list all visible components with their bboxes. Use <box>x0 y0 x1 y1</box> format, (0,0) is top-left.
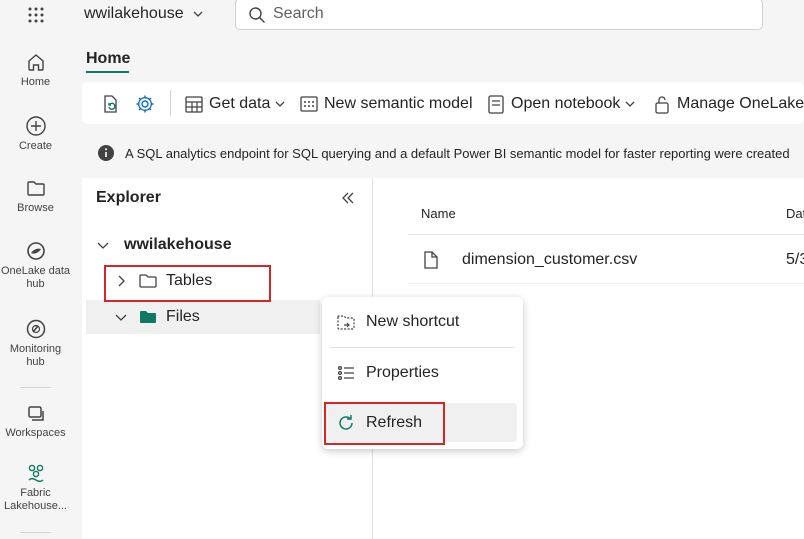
row-divider <box>408 283 804 284</box>
file-name: dimension_customer.csv <box>462 251 638 268</box>
chevron-down-icon <box>275 101 285 107</box>
table-row[interactable]: dimension_customer.csv <box>422 250 637 270</box>
rail-label-browse: Browse <box>17 202 54 214</box>
open-notebook-button[interactable]: Open notebook <box>485 93 636 115</box>
chevron-down-icon <box>625 101 635 107</box>
tree-label-files: Files <box>166 308 200 325</box>
file-icon <box>424 251 438 269</box>
tab-home-underline <box>86 71 129 73</box>
document-refresh-icon <box>104 95 117 113</box>
manage-onelake-label: Manage OneLake d <box>677 95 804 112</box>
rail-label-lakehouse: Fabric Lakehouse... <box>4 487 67 512</box>
menu-item-properties[interactable]: Properties <box>336 363 439 383</box>
onelake-icon <box>26 242 45 260</box>
lock-icon <box>655 96 669 114</box>
rail-item-home[interactable]: Home <box>0 51 71 89</box>
properties-icon <box>337 365 354 381</box>
rail-item-lakehouse[interactable]: Fabric Lakehouse... <box>0 462 71 513</box>
tree-item-root[interactable]: wwilakehouse <box>96 236 232 254</box>
get-data-label: Get data <box>209 95 271 112</box>
menu-item-new-shortcut[interactable]: New shortcut <box>336 312 459 332</box>
rail-label-monitoring: Monitoring hub <box>9 343 62 368</box>
tab-home[interactable]: Home <box>86 50 130 68</box>
rail-label-home: Home <box>20 76 51 88</box>
workspaces-icon <box>27 406 44 421</box>
rail-item-browse[interactable]: Browse <box>0 177 71 215</box>
chevron-down-icon <box>97 242 109 249</box>
new-semantic-model-label: New semantic model <box>324 95 473 112</box>
menu-label-new-shortcut: New shortcut <box>366 313 460 330</box>
info-message: A SQL analytics endpoint for SQL queryin… <box>125 145 790 161</box>
rail-item-create[interactable]: Create <box>0 115 71 153</box>
chevron-down-icon <box>193 11 203 17</box>
search-icon <box>248 6 266 24</box>
toolbar-divider <box>170 90 171 116</box>
rail-divider <box>20 532 51 533</box>
search-placeholder: Search <box>273 5 324 22</box>
folder-icon <box>26 181 45 196</box>
monitor-icon <box>26 319 45 339</box>
rail-item-monitoring[interactable]: Monitoring hub <box>0 318 71 369</box>
highlight-box-tables <box>104 265 271 302</box>
settings-button[interactable] <box>134 93 156 115</box>
column-header-date[interactable]: Dat <box>786 206 804 221</box>
rail-item-workspaces[interactable]: Workspaces <box>0 402 71 440</box>
shortcut-folder-icon <box>337 315 355 330</box>
workspace-switcher[interactable]: wwilakehouse <box>84 5 204 23</box>
app-launcher-icon[interactable] <box>24 5 48 29</box>
info-banner: A SQL analytics endpoint for SQL queryin… <box>82 140 804 166</box>
notebook-icon <box>488 95 504 114</box>
workspace-name: wwilakehouse <box>84 5 184 22</box>
table-icon <box>185 96 203 113</box>
file-date: 5/3 <box>786 251 804 268</box>
menu-divider <box>330 347 514 348</box>
info-icon <box>98 145 114 161</box>
rail-label-onelake: OneLake data hub <box>0 265 71 290</box>
explorer-title: Explorer <box>96 189 161 206</box>
tree-item-files[interactable]: Files <box>114 308 200 326</box>
rail-label-create: Create <box>18 140 53 152</box>
plus-circle-icon <box>25 116 46 136</box>
highlight-box-refresh <box>324 402 445 445</box>
gear-icon <box>136 95 154 113</box>
open-notebook-label: Open notebook <box>511 95 621 112</box>
column-header-name[interactable]: Name <box>421 206 456 221</box>
get-data-button[interactable]: Get data <box>183 93 286 115</box>
rail-label-workspaces: Workspaces <box>5 427 66 439</box>
rail-item-onelake[interactable]: OneLake data hub <box>0 240 71 291</box>
rail-divider <box>20 387 51 388</box>
lakehouse-icon <box>28 464 43 483</box>
manage-onelake-button[interactable]: Manage OneLake d <box>651 93 804 115</box>
home-icon <box>27 54 44 71</box>
semantic-model-icon <box>300 96 318 112</box>
chevron-down-icon <box>115 314 127 321</box>
header-divider <box>408 234 804 235</box>
refresh-lakehouse-button[interactable] <box>100 93 122 115</box>
tree-label-root: wwilakehouse <box>124 236 232 253</box>
new-semantic-model-button[interactable]: New semantic model <box>298 93 473 115</box>
menu-label-properties: Properties <box>366 364 439 381</box>
folder-filled-icon <box>140 311 156 323</box>
collapse-panel-icon[interactable] <box>340 190 356 206</box>
